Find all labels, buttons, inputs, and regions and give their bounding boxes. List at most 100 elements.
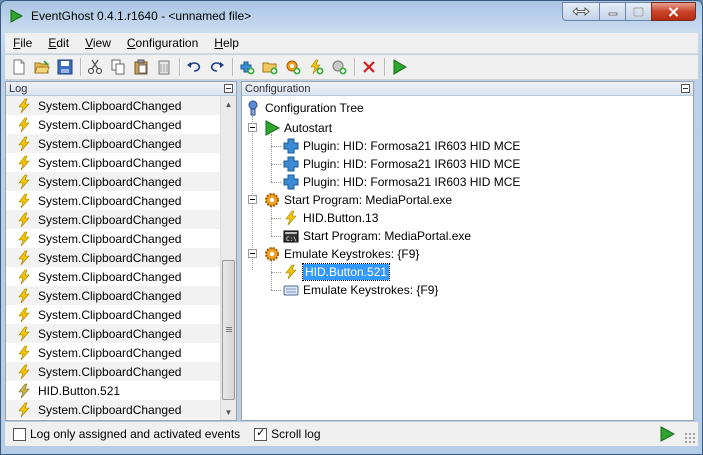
close-button[interactable] [651, 2, 696, 21]
run-play-icon[interactable] [658, 425, 676, 443]
add-macro-button[interactable] [283, 57, 303, 77]
log-row[interactable]: HID.Button.521 [6, 381, 221, 400]
log-row[interactable]: System.ClipboardChanged [6, 229, 221, 248]
log-row[interactable]: System.ClipboardChanged [6, 305, 221, 324]
tree-item-plugin-2[interactable]: Plugin: HID: Formosa21 IR603 HID MCE [283, 155, 520, 173]
new-file-button[interactable] [9, 57, 29, 77]
event-bolt-icon [18, 250, 30, 265]
add-event-button[interactable] [306, 57, 326, 77]
tree-line [271, 206, 272, 236]
tree-item-event-hid-button-13[interactable]: HID.Button.13 [283, 209, 378, 227]
log-row-text: System.ClipboardChanged [38, 98, 182, 113]
menu-configuration-label: onfiguration [135, 36, 199, 50]
scroll-up-arrow-icon[interactable]: ▲ [221, 96, 236, 112]
undo-button[interactable] [184, 57, 204, 77]
copy-button[interactable] [108, 57, 128, 77]
tree-item-plugin-1[interactable]: Plugin: HID: Formosa21 IR603 HID MCE [283, 137, 520, 155]
event-bolt-icon [18, 231, 30, 246]
log-row[interactable]: System.ClipboardChanged [6, 191, 221, 210]
scroll-grip [226, 331, 232, 332]
log-row[interactable]: System.ClipboardChanged [6, 134, 221, 153]
add-folder-button[interactable] [260, 57, 280, 77]
delete-button[interactable] [154, 57, 174, 77]
tree-item-plugin-1-label: Plugin: HID: Formosa21 IR603 HID MCE [303, 139, 521, 153]
cut-button[interactable] [85, 57, 105, 77]
log-row[interactable]: System.ClipboardChanged [6, 248, 221, 267]
tree-item-event-hid-button-521[interactable]: HID.Button.521 [283, 263, 391, 281]
save-button[interactable] [55, 57, 75, 77]
configuration-panel-close-button[interactable] [681, 84, 690, 93]
log-row[interactable]: System.ClipboardChanged [6, 343, 221, 362]
log-row-text: System.ClipboardChanged [38, 193, 182, 208]
log-row[interactable]: System.ClipboardChanged [6, 324, 221, 343]
log-row[interactable]: System.ClipboardChanged [6, 153, 221, 172]
menu-view[interactable]: View [77, 36, 119, 50]
macro-2-expander[interactable] [248, 249, 257, 258]
minimize-button[interactable] [599, 2, 626, 21]
add-plugin-button[interactable] [237, 57, 257, 77]
event-bolt-icon [18, 402, 30, 417]
resize-arrows-icon [572, 7, 590, 16]
log-list[interactable]: System.ClipboardChanged System.ClipboardC… [6, 96, 221, 420]
maximize-button[interactable] [625, 2, 652, 21]
log-row[interactable]: System.ClipboardChanged [6, 400, 221, 419]
menu-help[interactable]: Help [206, 36, 247, 50]
event-bolt-icon [18, 364, 30, 379]
open-button[interactable] [32, 57, 52, 77]
log-row[interactable]: System.ClipboardChanged [6, 172, 221, 191]
plugin-icon [283, 138, 299, 154]
tree-item-plugin-3[interactable]: Plugin: HID: Formosa21 IR603 HID MCE [283, 173, 520, 191]
tree-item-macro-start-program[interactable]: Start Program: MediaPortal.exe [264, 191, 452, 209]
log-only-checkbox[interactable] [13, 427, 26, 441]
log-row[interactable]: System.ClipboardChanged [6, 362, 221, 381]
delete-icon [158, 60, 170, 75]
tree-root[interactable]: Configuration Tree [245, 99, 364, 117]
tree-item-autostart[interactable]: Autostart [264, 119, 332, 137]
event-bolt-icon [285, 210, 297, 226]
log-row[interactable]: System.ClipboardChanged [6, 286, 221, 305]
scroll-log-checkbox[interactable] [254, 426, 268, 441]
resize-grip[interactable] [684, 432, 696, 444]
plugin-icon [283, 156, 299, 172]
scroll-thumb[interactable] [222, 260, 235, 400]
tree-item-macro-emulate-keystrokes[interactable]: Emulate Keystrokes: {F9} [264, 245, 419, 263]
log-panel-close-button[interactable] [224, 84, 233, 93]
window-title: EventGhost 0.4.1.r1640 - <unnamed file> [31, 9, 252, 23]
disable-button[interactable] [359, 57, 379, 77]
add-plugin-icon [240, 61, 255, 75]
menu-bar: File Edit View Configuration Help [5, 33, 698, 54]
toolbar-separator [80, 58, 81, 76]
resize-arrows-button[interactable] [562, 2, 600, 21]
event-bolt-icon [18, 345, 30, 360]
tree-line [271, 182, 281, 183]
disable-icon [363, 61, 375, 73]
execute-button[interactable] [389, 57, 409, 77]
eventghost-logo-icon [10, 9, 23, 23]
scroll-down-arrow-icon[interactable]: ▼ [221, 404, 236, 420]
redo-button[interactable] [207, 57, 227, 77]
configuration-panel: Configuration Configuration Tree Autosta… [241, 81, 694, 421]
tree-item-action-emulate-keystrokes[interactable]: Emulate Keystrokes: {F9} [283, 281, 438, 299]
macro-1-expander[interactable] [248, 195, 257, 204]
title-bar[interactable]: EventGhost 0.4.1.r1640 - <unnamed file> [1, 1, 702, 31]
toolbar-separator [232, 58, 233, 76]
log-scrollbar[interactable]: ▲ ▼ [220, 96, 236, 420]
log-row[interactable]: System.ClipboardChanged [6, 210, 221, 229]
toolbar-separator [179, 58, 180, 76]
log-row[interactable]: System.ClipboardChanged [6, 96, 221, 115]
tree-item-action-start-program[interactable]: C:\ Start Program: MediaPortal.exe [283, 227, 471, 245]
menu-file[interactable]: File [5, 36, 40, 50]
log-row[interactable]: System.ClipboardChanged [6, 115, 221, 134]
log-row-text: System.ClipboardChanged [38, 307, 182, 322]
scroll-grip [226, 327, 232, 328]
paste-button[interactable] [131, 57, 151, 77]
event-bolt-icon [18, 288, 30, 303]
copy-icon [111, 59, 125, 75]
autostart-expander[interactable] [248, 123, 257, 132]
menu-edit[interactable]: Edit [40, 36, 77, 50]
menu-configuration[interactable]: Configuration [119, 36, 206, 50]
tree-item-action-emulate-keystrokes-label: Emulate Keystrokes: {F9} [303, 283, 439, 297]
log-row[interactable]: System.ClipboardChanged [6, 267, 221, 286]
new-file-icon [13, 59, 25, 75]
add-action-button[interactable] [329, 57, 349, 77]
